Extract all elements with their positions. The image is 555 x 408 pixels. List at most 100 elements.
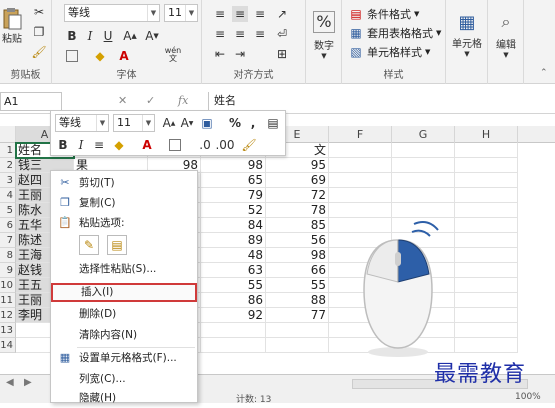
align-top-icon[interactable]: ≡ [212, 6, 228, 22]
table-cell[interactable]: 98 [266, 248, 329, 263]
font-color-icon[interactable]: A [139, 137, 155, 153]
row-header[interactable]: 1 [0, 143, 16, 158]
column-header[interactable]: G [392, 126, 455, 143]
menu-item-copy[interactable]: ❐ 复制(C) [51, 194, 197, 213]
row-header[interactable]: 5 [0, 203, 16, 218]
editing-button[interactable]: ⌕ 编辑 ▼ [490, 6, 522, 64]
comma-button[interactable]: , [245, 115, 261, 131]
table-cell[interactable] [455, 218, 518, 233]
table-cell[interactable]: 88 [266, 293, 329, 308]
table-cell[interactable]: 48 [201, 248, 266, 263]
row-header[interactable]: 7 [0, 233, 16, 248]
select-all-corner[interactable] [0, 126, 16, 143]
row-header[interactable]: 14 [0, 338, 16, 353]
cancel-icon[interactable]: ✕ [118, 94, 127, 107]
table-cell[interactable] [392, 158, 455, 173]
table-icon[interactable]: ▤ [265, 115, 281, 131]
menu-item-delete[interactable]: 删除(D) [51, 305, 197, 324]
mini-size-select[interactable]: 11 ▼ [113, 114, 155, 132]
percent-button[interactable]: % [227, 115, 243, 131]
merge-cells-icon[interactable]: ⊞ [274, 46, 290, 62]
menu-item-cut[interactable]: ✂ 剪切(T) [51, 174, 197, 193]
table-cell[interactable] [455, 263, 518, 278]
table-cell[interactable]: 63 [201, 263, 266, 278]
fill-color-icon[interactable]: ◆ [111, 137, 127, 153]
table-cell[interactable] [329, 143, 392, 158]
conditional-format-button[interactable]: ▤ 条件格式 ▼ [348, 6, 419, 22]
border-icon[interactable] [64, 48, 80, 64]
row-header[interactable]: 10 [0, 278, 16, 293]
menu-item-paste-special[interactable]: 选择性粘贴(S)... [51, 260, 197, 279]
table-cell[interactable]: 92 [201, 308, 266, 323]
align-center-icon[interactable]: ≡ [232, 26, 248, 42]
table-cell[interactable]: 56 [266, 233, 329, 248]
underline-button[interactable]: U [100, 28, 116, 44]
table-cell[interactable]: 79 [201, 188, 266, 203]
number-format-button[interactable]: % 数字 ▼ [310, 6, 338, 64]
number-format-icon[interactable]: ▣ [199, 115, 215, 131]
table-cell[interactable] [266, 323, 329, 338]
table-cell[interactable]: 55 [201, 278, 266, 293]
row-header[interactable]: 12 [0, 308, 16, 323]
copy-icon[interactable]: ❐ [31, 24, 47, 40]
italic-button[interactable]: I [73, 137, 89, 153]
table-cell[interactable] [455, 293, 518, 308]
row-header[interactable]: 3 [0, 173, 16, 188]
table-cell[interactable] [455, 278, 518, 293]
format-painter-icon[interactable]: 🖌 [31, 44, 47, 60]
table-cell[interactable] [329, 203, 392, 218]
decrease-indent-icon[interactable]: ⇤ [212, 46, 228, 62]
table-cell[interactable] [392, 143, 455, 158]
column-header[interactable]: F [329, 126, 392, 143]
paste-formatting-icon[interactable]: ✎ [79, 235, 99, 255]
column-header[interactable]: H [455, 126, 518, 143]
scroll-left-icon[interactable]: ◀ [6, 377, 14, 388]
wrap-text-icon[interactable]: ⏎ [274, 26, 290, 42]
menu-item-hide[interactable]: 隐藏(H) [51, 389, 197, 408]
table-cell[interactable] [392, 203, 455, 218]
table-cell[interactable]: 89 [201, 233, 266, 248]
table-cell[interactable] [455, 338, 518, 353]
menu-item-clear[interactable]: 清除内容(N) [51, 326, 197, 345]
table-cell[interactable] [455, 173, 518, 188]
table-cell[interactable]: 95 [266, 158, 329, 173]
scroll-right-icon[interactable]: ▶ [24, 377, 32, 388]
table-cell[interactable]: 77 [266, 308, 329, 323]
italic-button[interactable]: I [82, 28, 98, 44]
table-cell[interactable] [455, 188, 518, 203]
table-cell[interactable]: 65 [201, 173, 266, 188]
table-cell[interactable] [201, 323, 266, 338]
increase-indent-icon[interactable]: ⇥ [232, 46, 248, 62]
decrease-decimal-icon[interactable]: .0 [197, 137, 213, 153]
table-cell[interactable] [329, 188, 392, 203]
align-left-icon[interactable]: ≡ [212, 26, 228, 42]
font-color-icon[interactable]: A [116, 48, 132, 64]
table-cell[interactable]: 72 [266, 188, 329, 203]
row-header[interactable]: 11 [0, 293, 16, 308]
table-cell[interactable] [455, 323, 518, 338]
row-header[interactable]: 6 [0, 218, 16, 233]
cells-button[interactable]: ▦ 单元格 ▼ [450, 6, 484, 64]
table-cell[interactable]: 86 [201, 293, 266, 308]
row-header[interactable]: 2 [0, 158, 16, 173]
table-cell[interactable] [455, 248, 518, 263]
table-cell[interactable]: 66 [266, 263, 329, 278]
align-center-icon[interactable]: ≡ [91, 137, 107, 153]
fill-color-icon[interactable]: ◆ [92, 48, 108, 64]
align-bottom-icon[interactable]: ≡ [252, 6, 268, 22]
table-cell[interactable]: 84 [201, 218, 266, 233]
menu-item-insert[interactable]: 插入(I) [51, 283, 197, 302]
collapse-ribbon-icon[interactable]: ⌃ [540, 68, 548, 78]
row-header[interactable]: 13 [0, 323, 16, 338]
align-middle-icon[interactable]: ≡ [232, 6, 248, 22]
orientation-icon[interactable]: ↗ [274, 6, 290, 22]
table-format-button[interactable]: ▦ 套用表格格式 ▼ [348, 25, 441, 41]
formula-input[interactable]: 姓名 [208, 92, 555, 111]
phonetic-button[interactable]: wén 文 [160, 46, 186, 64]
table-cell[interactable] [455, 158, 518, 173]
menu-item-column-width[interactable]: 列宽(C)... [51, 370, 197, 389]
table-cell[interactable] [455, 308, 518, 323]
increase-font-icon[interactable]: A ▲ [161, 115, 177, 131]
table-cell[interactable] [455, 203, 518, 218]
border-icon[interactable] [167, 137, 183, 153]
